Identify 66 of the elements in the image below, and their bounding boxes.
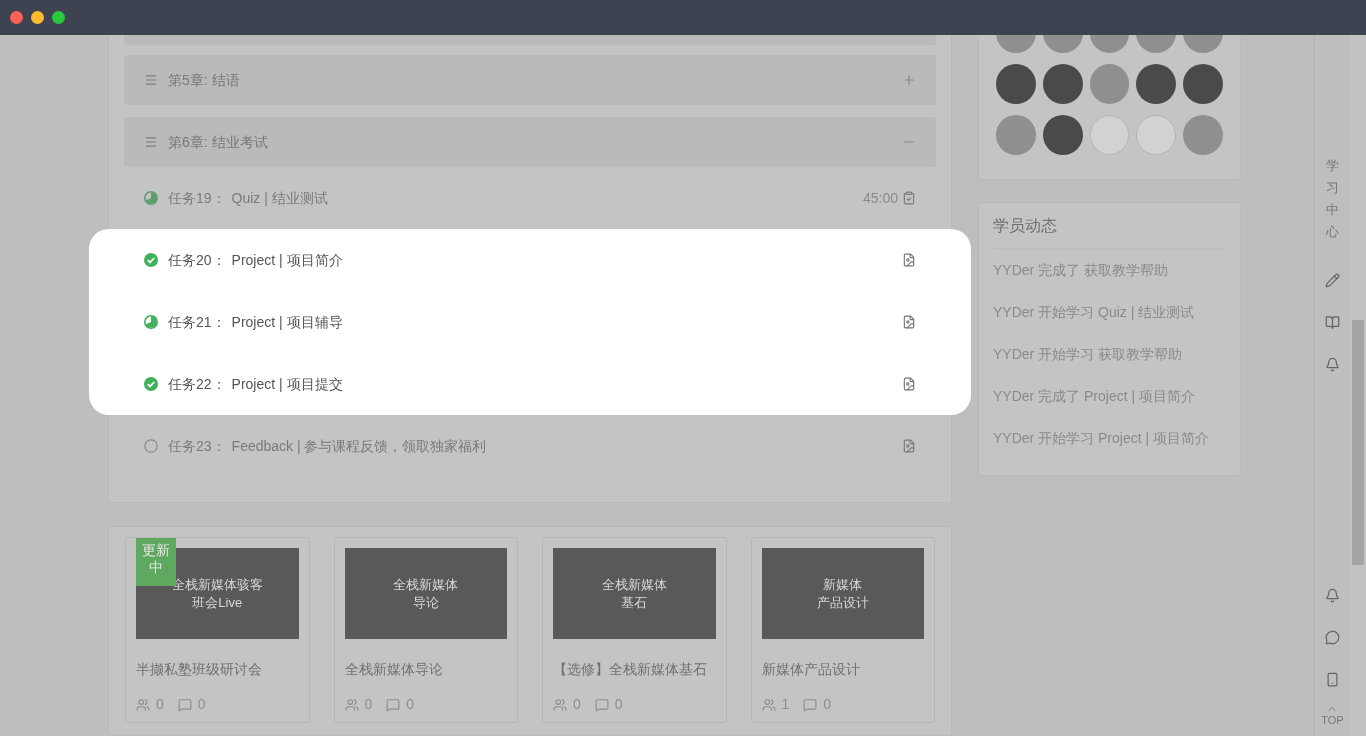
chapter-title: 第5章: 结语 xyxy=(168,70,241,90)
task-title: Feedback | 参与课程反馈，领取独家福利 xyxy=(231,436,488,456)
document-icon xyxy=(902,315,916,329)
cover-title: 全栈新媒体 xyxy=(393,575,459,594)
course-title: 新媒体产品设计 xyxy=(761,660,861,679)
activity-title: 学员动态 xyxy=(993,203,1226,249)
course-title: 全栈新媒体导论 xyxy=(344,660,444,679)
book-icon[interactable] xyxy=(1325,315,1340,331)
task-title: Quiz | 结业测试 xyxy=(231,188,329,208)
comment-icon xyxy=(594,697,609,712)
chapter-header[interactable]: 第6章: 结业考试 xyxy=(124,117,936,167)
avatar[interactable] xyxy=(1183,64,1223,104)
course-title: 半撷私塾班级研讨会 xyxy=(136,660,263,679)
clipboard-icon xyxy=(902,191,916,205)
document-icon xyxy=(902,253,916,267)
avatar[interactable] xyxy=(1042,115,1083,155)
task-number: 任务21： xyxy=(168,312,226,332)
comment-icon xyxy=(386,697,401,712)
members-icon xyxy=(553,697,567,712)
avatar[interactable] xyxy=(1136,64,1177,104)
cover-title: 基石 xyxy=(621,593,648,612)
task-title: Project | 项目提交 xyxy=(231,374,344,394)
phone-icon[interactable] xyxy=(1325,672,1340,687)
learning-center-link[interactable]: 学习中心 xyxy=(1326,155,1339,244)
members-icon xyxy=(136,697,150,712)
avatar[interactable] xyxy=(996,64,1036,104)
document-icon xyxy=(902,439,916,453)
task-number: 任务20： xyxy=(168,250,226,270)
update-badge: 更新中 xyxy=(136,538,176,586)
cover-title: 新媒体 xyxy=(823,575,863,594)
cover-title: 产品设计 xyxy=(816,593,869,612)
chat-icon[interactable] xyxy=(1325,630,1340,645)
task-number: 任务19： xyxy=(168,188,226,208)
chapter-title: 第6章: 结业考试 xyxy=(168,132,269,152)
cover-title: 班会Live xyxy=(192,593,243,612)
menu-icon xyxy=(144,73,158,87)
task-title: Project | 项目辅导 xyxy=(231,312,344,332)
cover-title: 全栈新媒体 xyxy=(601,575,667,594)
close-button[interactable] xyxy=(10,11,23,24)
members-icon xyxy=(344,697,359,712)
cover-title: 导论 xyxy=(412,593,439,612)
task-row[interactable]: 任务22： Project | 项目提交 xyxy=(89,353,971,415)
activity-item[interactable]: YYDer 完成了 Project | 项目简介 xyxy=(993,375,1226,417)
maximize-button[interactable] xyxy=(52,11,65,24)
back-to-top-button[interactable]: TOP xyxy=(1321,703,1344,726)
task-duration: 45:00 xyxy=(862,188,898,208)
course-title: 【选修】全栈新媒体基石 xyxy=(553,660,708,679)
task-row[interactable]: 任务19： Quiz | 结业测试 45:00 xyxy=(124,167,936,229)
notification-icon[interactable] xyxy=(1325,588,1340,603)
task-row[interactable]: 任务20： Project | 项目简介 xyxy=(89,229,971,291)
task-row[interactable]: 任务21： Project | 项目辅导 xyxy=(89,291,971,353)
minimize-button[interactable] xyxy=(31,11,44,24)
scrollbar[interactable] xyxy=(1350,35,1366,736)
avatar[interactable] xyxy=(1042,64,1083,104)
task-title: Project | 项目简介 xyxy=(231,250,344,270)
pencil-icon[interactable] xyxy=(1325,273,1340,289)
task-number: 任务22： xyxy=(168,374,226,394)
task-row[interactable]: 任务23： Feedback | 参与课程反馈，领取独家福利 xyxy=(124,415,936,477)
bell-icon[interactable] xyxy=(1325,357,1340,373)
comment-icon xyxy=(177,697,192,712)
task-number: 任务23： xyxy=(168,436,226,456)
document-icon xyxy=(902,377,916,391)
chapter-header[interactable]: 第5章: 结语 xyxy=(124,55,936,105)
members-icon xyxy=(761,697,776,712)
comment-icon xyxy=(803,697,818,712)
menu-icon xyxy=(144,135,158,149)
